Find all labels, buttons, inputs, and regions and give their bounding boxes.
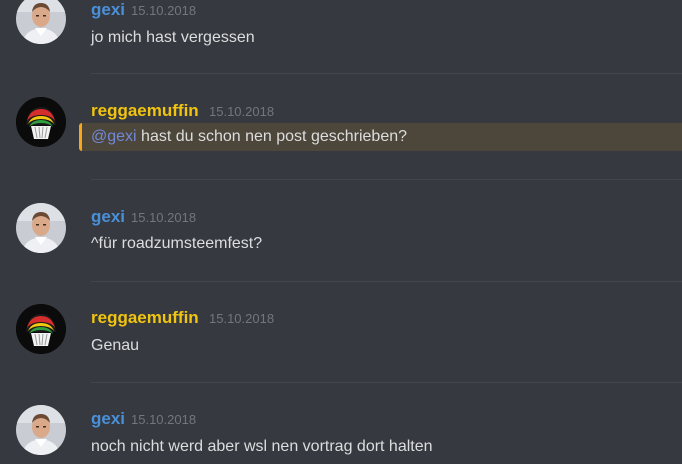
message-text: ^für roadzumsteemfest?	[91, 235, 263, 252]
message-timestamp: 15.10.2018	[131, 210, 197, 225]
message-timestamp: 15.10.2018	[131, 412, 197, 427]
man-portrait-icon	[16, 405, 66, 455]
username[interactable]: gexi	[91, 0, 125, 20]
username[interactable]: reggaemuffin	[91, 101, 199, 121]
man-portrait-icon	[16, 0, 66, 44]
rasta-muffin-icon	[16, 97, 66, 147]
message-text: Genau	[91, 337, 140, 354]
message-divider	[91, 73, 682, 74]
avatar[interactable]	[16, 405, 66, 455]
message-text: jo mich hast vergessen	[91, 29, 255, 46]
man-portrait-icon	[16, 203, 66, 253]
username[interactable]: gexi	[91, 409, 125, 429]
message-text-body: hast du schon nen post geschrieben?	[136, 128, 408, 145]
message-text: noch nicht werd aber wsl nen vortrag dor…	[91, 438, 433, 455]
username[interactable]: gexi	[91, 207, 125, 227]
avatar[interactable]	[16, 97, 66, 147]
message-divider	[91, 179, 682, 180]
avatar[interactable]	[16, 0, 66, 44]
avatar[interactable]	[16, 203, 66, 253]
message-timestamp: 15.10.2018	[131, 3, 197, 18]
message-timestamp: 15.10.2018	[209, 104, 275, 119]
avatar[interactable]	[16, 304, 66, 354]
message-divider	[91, 382, 682, 383]
user-mention[interactable]: @gexi	[91, 128, 137, 145]
message-divider	[91, 281, 682, 282]
rasta-muffin-icon	[16, 304, 66, 354]
username[interactable]: reggaemuffin	[91, 308, 199, 328]
message-text: @gexi hast du schon nen post geschrieben…	[91, 128, 407, 146]
message-timestamp: 15.10.2018	[209, 311, 275, 326]
